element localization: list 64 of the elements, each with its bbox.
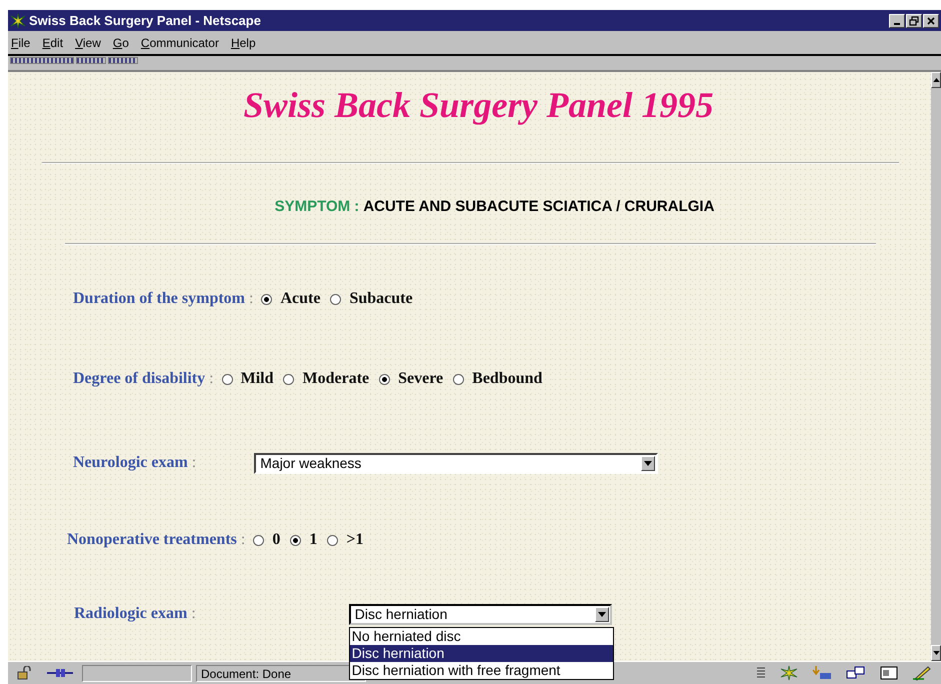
- field-label: Nonoperative treatments: [67, 531, 237, 549]
- dropdown-option[interactable]: Disc herniation: [350, 644, 613, 662]
- radio-button[interactable]: [253, 534, 264, 546]
- radio-label: Acute: [280, 290, 320, 308]
- radio-button[interactable]: [290, 534, 302, 546]
- close-icon: [926, 16, 936, 26]
- separator: :: [192, 454, 196, 472]
- dropdown[interactable]: Disc herniation: [348, 604, 612, 624]
- field-label: Duration of the symptom: [73, 290, 245, 308]
- discussion-icon[interactable]: [846, 665, 866, 681]
- radio-button[interactable]: [379, 374, 390, 384]
- address-book-icon[interactable]: [880, 665, 898, 681]
- minimize-button[interactable]: [889, 14, 905, 28]
- minimize-icon: [894, 22, 900, 24]
- field-label: Degree of disability: [73, 370, 206, 388]
- restore-button[interactable]: [906, 14, 922, 28]
- toolbar-grip[interactable]: [76, 57, 106, 64]
- toolbar-grip[interactable]: [108, 57, 138, 64]
- symptom-value: ACUTE AND SUBACUTE SCIATICA / CRURALGIA: [363, 198, 714, 215]
- app-icon: [10, 12, 26, 28]
- radio-label: Moderate: [302, 370, 370, 388]
- radio-button[interactable]: [283, 374, 294, 384]
- dropdown-option[interactable]: Disc herniation with free fragment: [350, 662, 613, 678]
- menu-item[interactable]: Edit: [41, 36, 64, 50]
- radio-button[interactable]: [327, 534, 338, 546]
- radio-button[interactable]: [330, 294, 342, 304]
- page-heading: Swiss Back Surgery Panel 1995: [242, 84, 715, 126]
- mail-icon[interactable]: [812, 665, 832, 681]
- radio-label: Mild: [240, 370, 274, 388]
- radio-label: 0: [272, 531, 280, 549]
- toolbar-grip[interactable]: [10, 57, 74, 64]
- window-title: Swiss Back Surgery Panel - Netscape: [29, 13, 261, 28]
- menu-item[interactable]: Go: [112, 36, 130, 50]
- restore-icon: [909, 16, 919, 26]
- separator: :: [240, 531, 246, 549]
- lock-icon[interactable]: [17, 666, 33, 680]
- scroll-up-icon[interactable]: [931, 72, 941, 88]
- close-button[interactable]: [923, 14, 939, 28]
- dropdown-option[interactable]: No herniated disc: [350, 628, 613, 644]
- scroll-down-icon[interactable]: [931, 645, 941, 661]
- separator: :: [209, 370, 214, 388]
- plug-icon[interactable]: [47, 667, 73, 679]
- radio-button[interactable]: [222, 374, 233, 384]
- radio-label: Bedbound: [472, 370, 542, 388]
- radio-button[interactable]: [453, 374, 464, 384]
- separator: :: [249, 290, 254, 308]
- field-label: Neurologic exam: [73, 454, 188, 472]
- scrollbar[interactable]: [931, 72, 941, 661]
- radio-label: >1: [346, 531, 364, 549]
- radio-label: Severe: [398, 370, 444, 388]
- component-bar-icon[interactable]: [756, 666, 766, 680]
- radio-button[interactable]: [261, 294, 272, 304]
- navigator-icon[interactable]: [780, 665, 798, 681]
- menu-item[interactable]: Communicator: [140, 36, 220, 50]
- menu-item[interactable]: File: [10, 36, 32, 50]
- menu-item[interactable]: Help: [230, 36, 257, 50]
- menu-item[interactable]: View: [74, 36, 102, 50]
- radio-label: 1: [309, 531, 318, 549]
- composer-icon[interactable]: [912, 665, 932, 681]
- dropdown[interactable]: Major weakness: [254, 452, 658, 474]
- symptom-label: SYMPTOM :: [274, 198, 360, 215]
- radio-label: Subacute: [349, 290, 413, 308]
- field-label: Radiologic exam: [74, 605, 188, 623]
- separator: :: [191, 605, 196, 623]
